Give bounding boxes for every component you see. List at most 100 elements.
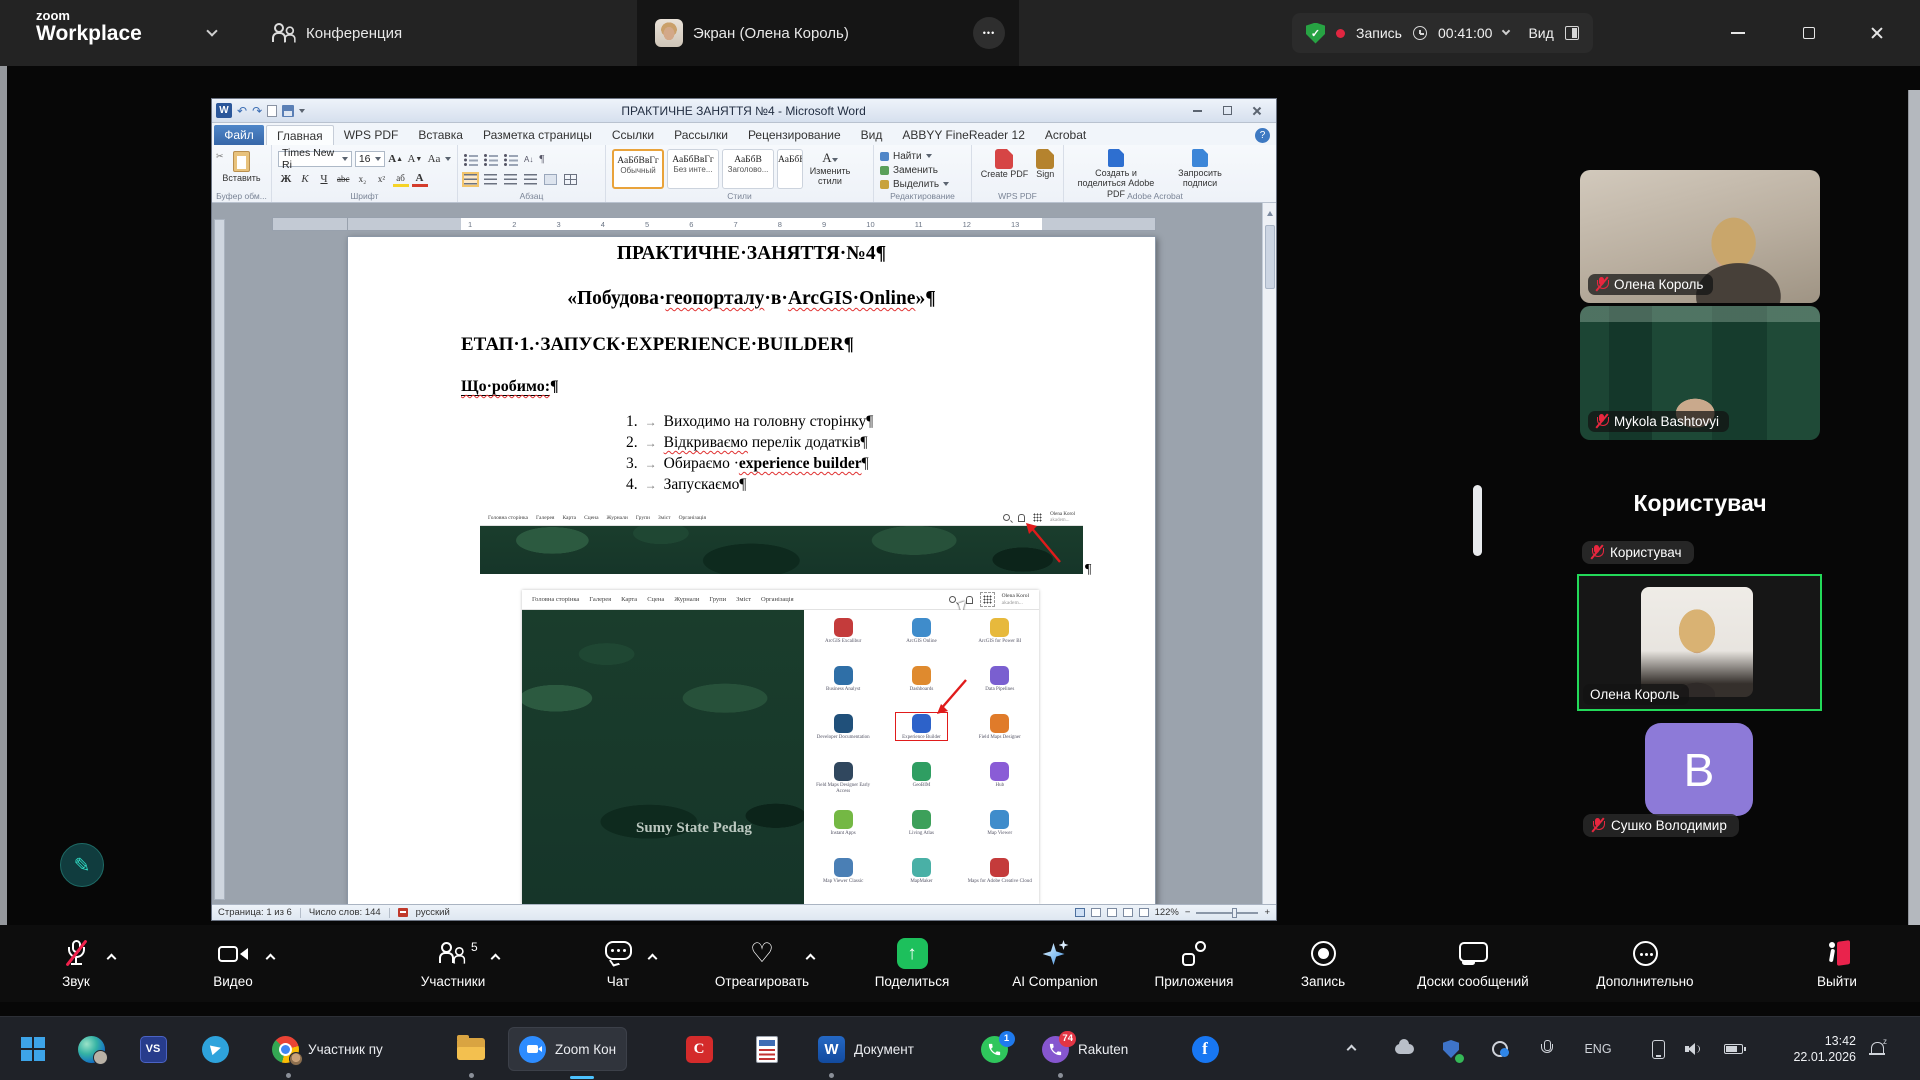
find-button[interactable]: Найти — [880, 149, 965, 163]
subscript-button[interactable]: x₂ — [355, 171, 371, 187]
tab-meeting[interactable]: Конференция — [272, 0, 402, 66]
video-tile-mykola[interactable]: Mykola Bashtovyi — [1580, 306, 1820, 440]
taskbar-chrome-window[interactable]: Участник пу — [262, 1027, 393, 1071]
app-tile[interactable]: Data Pipelines — [961, 664, 1039, 712]
font-color-button[interactable]: А — [412, 171, 428, 187]
sign-button[interactable]: Sign — [1036, 149, 1054, 190]
taskbar-facebook[interactable]: f — [1186, 1030, 1224, 1068]
app-tile[interactable]: ArcGIS Excalibur — [804, 616, 882, 664]
active-speaker-tile[interactable]: Олена Король — [1577, 574, 1822, 711]
font-size-select[interactable]: 16 — [355, 151, 385, 167]
participant-tile-no-video[interactable]: Користувач — [1582, 541, 1694, 564]
taskbar-zoom-window-active[interactable]: Zoom Кон — [508, 1027, 627, 1071]
view-web-icon[interactable] — [1107, 908, 1117, 917]
view-label[interactable]: Вид — [1528, 25, 1553, 41]
multilevel-list-icon[interactable] — [504, 153, 518, 165]
app-tile[interactable]: Field Maps Designer — [961, 712, 1039, 760]
app-tile[interactable]: ArcGIS for Power BI — [961, 616, 1039, 664]
superscript-button[interactable]: x² — [374, 171, 390, 187]
security-shield-icon[interactable] — [1440, 1035, 1462, 1063]
shading-icon[interactable] — [544, 174, 557, 185]
taskbar-whatsapp[interactable]: 1 — [975, 1030, 1013, 1068]
taskbar-file-explorer[interactable] — [452, 1030, 490, 1068]
grow-font-button[interactable]: А▲ — [388, 151, 404, 167]
tab-references[interactable]: Ссылки — [602, 125, 664, 145]
participant-tile-sushko[interactable]: Сушко Володимир — [1583, 814, 1739, 837]
toolbar-more-button[interactable]: Дополнительно — [1580, 925, 1710, 1002]
replace-button[interactable]: Заменить — [880, 163, 965, 177]
app-tile[interactable]: GeoBIM — [882, 760, 960, 808]
tab-home[interactable]: Главная — [266, 125, 334, 145]
tab-page-layout[interactable]: Разметка страницы — [473, 125, 602, 145]
app-tile[interactable]: Map Viewer Classic — [804, 856, 882, 904]
acrobat-create-share-button[interactable]: Создать и поделиться Adobe PDF — [1074, 149, 1158, 190]
annotation-pencil-button[interactable]: ✎ — [60, 843, 104, 887]
app-tile[interactable]: Living Atlas — [882, 808, 960, 856]
app-tile[interactable]: Map Viewer — [961, 808, 1039, 856]
maximize-button[interactable] — [1779, 0, 1839, 66]
word-close-button[interactable] — [1242, 102, 1272, 119]
taskbar-telegram[interactable] — [196, 1030, 234, 1068]
workplace-menu-chevron-icon[interactable] — [206, 25, 217, 36]
underline-button[interactable]: Ч — [316, 171, 332, 187]
align-justify-icon[interactable] — [524, 174, 537, 185]
cut-icon[interactable]: ✂ — [216, 151, 224, 162]
toolbar-share-button[interactable]: ↑ Поделиться — [847, 925, 977, 1002]
view-fullscreen-icon[interactable] — [1091, 908, 1101, 917]
word-minimize-button[interactable] — [1182, 102, 1212, 119]
align-left-icon[interactable] — [464, 174, 477, 185]
borders-icon[interactable] — [564, 174, 577, 185]
style-heading[interactable]: АаБбВЗаголово... — [722, 149, 774, 189]
language-indicator[interactable]: ENG — [1580, 1035, 1616, 1063]
sort-icon[interactable]: А↓ — [524, 155, 533, 164]
toolbar-video-button[interactable]: Видео — [168, 925, 298, 1002]
taskbar-word-window[interactable]: W Документ — [808, 1027, 924, 1071]
tab-acrobat[interactable]: Acrobat — [1035, 125, 1096, 145]
bullet-list-icon[interactable] — [464, 153, 478, 165]
app-tile[interactable]: MapMaker — [882, 856, 960, 904]
app-tile[interactable]: Dashboards — [882, 664, 960, 712]
app-tile[interactable]: Field Maps Designer Early Access — [804, 760, 882, 808]
zoom-in-button[interactable]: + — [1264, 907, 1270, 918]
tray-expand-button[interactable] — [1340, 1035, 1362, 1063]
view-outline-icon[interactable] — [1123, 908, 1133, 917]
tab-finereader[interactable]: ABBYY FineReader 12 — [892, 125, 1035, 145]
document-page[interactable]: ПРАКТИЧНЕ·ЗАНЯТТЯ·№4¶ «Побудова·геопорта… — [347, 236, 1156, 904]
zoom-slider[interactable] — [1196, 912, 1258, 914]
select-button[interactable]: Выделить — [880, 177, 965, 191]
start-button[interactable] — [14, 1030, 52, 1068]
sync-icon[interactable] — [1489, 1035, 1511, 1063]
tab-screen-share[interactable]: Экран (Олена Король) ••• — [637, 0, 1019, 66]
security-shield-icon[interactable]: ✓ — [1306, 23, 1325, 44]
view-grid-icon[interactable] — [1565, 26, 1579, 40]
tab-wps-pdf[interactable]: WPS PDF — [334, 125, 409, 145]
save-icon[interactable] — [282, 105, 294, 117]
minimize-button[interactable] — [1708, 0, 1768, 66]
paste-button[interactable]: Вставить — [218, 173, 265, 183]
tab-insert[interactable]: Вставка — [408, 125, 473, 145]
style-normal[interactable]: АаБбВвГгОбычный — [612, 149, 664, 189]
panel-scrollbar[interactable] — [1908, 90, 1920, 925]
shrink-font-button[interactable]: А▼ — [407, 151, 423, 167]
app-tile[interactable]: Hub — [961, 760, 1039, 808]
close-button[interactable] — [1847, 0, 1907, 66]
toolbar-whiteboards-button[interactable]: Доски сообщений — [1408, 925, 1538, 1002]
taskbar-edge[interactable] — [72, 1030, 110, 1068]
show-marks-icon[interactable]: ¶ — [539, 153, 544, 165]
share-view-scrollbar[interactable] — [1473, 485, 1482, 556]
toolbar-record-button[interactable]: Запись — [1258, 925, 1388, 1002]
taskbar-finereader[interactable] — [748, 1030, 786, 1068]
video-tile-olena[interactable]: Олена Король — [1580, 170, 1820, 303]
participants-chevron-icon[interactable] — [491, 954, 501, 964]
taskbar-viber-window[interactable]: 74 Rakuten — [1032, 1027, 1138, 1071]
app-tile[interactable]: ArcGIS Online — [882, 616, 960, 664]
app-tile[interactable]: Instant Apps — [804, 808, 882, 856]
app-tile[interactable]: Developer Documentation — [804, 712, 882, 760]
highlight-button[interactable]: аб — [393, 171, 409, 187]
app-tile[interactable]: Business Analyst — [804, 664, 882, 712]
taskbar-clock[interactable]: 13:42 22.01.2026 — [1760, 1033, 1856, 1066]
new-document-icon[interactable] — [267, 105, 277, 117]
tab-mailings[interactable]: Рассылки — [664, 125, 738, 145]
numbered-list-icon[interactable] — [484, 153, 498, 165]
view-print-layout-icon[interactable] — [1075, 908, 1085, 917]
